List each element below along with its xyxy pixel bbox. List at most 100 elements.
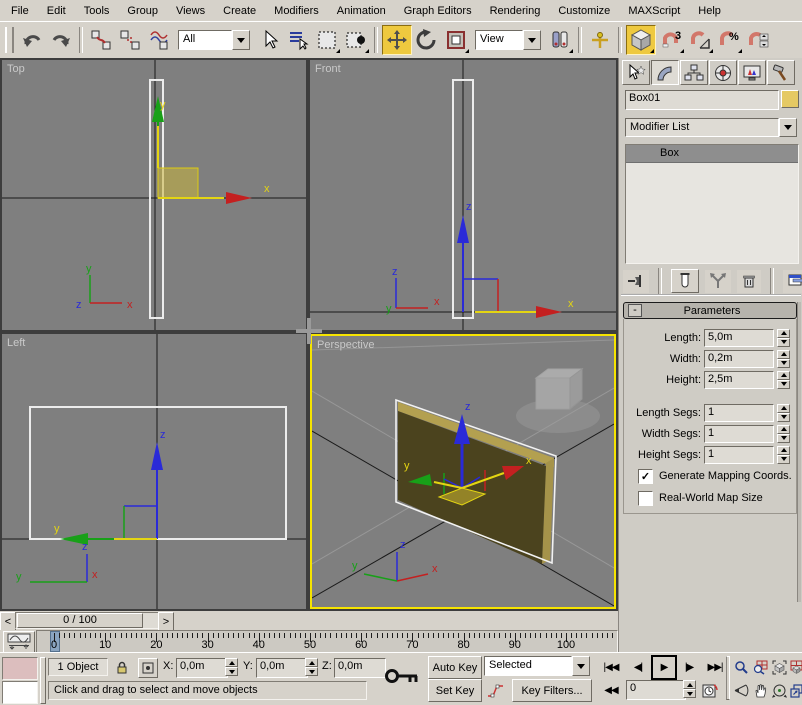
select-and-scale-button[interactable]	[442, 26, 470, 54]
viewport-left[interactable]: Left y z z y x	[2, 334, 306, 609]
time-slider-back-button[interactable]: <	[0, 612, 16, 631]
tab-motion[interactable]	[709, 60, 737, 85]
menu-item-group[interactable]: Group	[118, 2, 167, 20]
menu-item-file[interactable]: File	[2, 2, 38, 20]
length-field[interactable]: 5,0m	[704, 329, 774, 347]
auto-key-button[interactable]: Auto Key	[428, 656, 482, 679]
next-frame-button[interactable]: |▶	[677, 656, 701, 678]
viewport-perspective[interactable]: Perspective	[310, 334, 616, 609]
tab-hierarchy[interactable]	[680, 60, 708, 85]
previous-frame-button[interactable]: ◀|	[626, 656, 650, 678]
unlink-selection-button[interactable]	[116, 26, 144, 54]
field-of-view-button[interactable]	[732, 679, 751, 702]
height-segs-field[interactable]: 1	[704, 446, 774, 464]
time-slider-forward-button[interactable]: >	[158, 612, 174, 631]
width-segs-field[interactable]: 1	[704, 425, 774, 443]
menu-item-graph-editors[interactable]: Graph Editors	[395, 2, 481, 20]
rollout-collapse-button[interactable]: -	[628, 304, 642, 317]
current-frame-field[interactable]: 0	[626, 680, 686, 700]
y-coord-spinner[interactable]	[305, 658, 318, 676]
current-frame-spinner[interactable]	[683, 680, 696, 698]
time-slider-track[interactable]: 0 / 100	[15, 612, 159, 629]
menu-item-rendering[interactable]: Rendering	[481, 2, 550, 20]
real-world-map-size-checkbox[interactable]	[638, 491, 653, 506]
generate-mapping-coords-checkbox[interactable]: ✓	[638, 469, 653, 484]
viewport-front[interactable]: Front z x z x y	[310, 60, 616, 330]
parameters-rollout-header[interactable]: - Parameters	[623, 302, 797, 319]
listener-splitter[interactable]	[40, 657, 46, 704]
length-segs-spinner-up[interactable]	[777, 404, 790, 413]
menu-item-maxscript[interactable]: MAXScript	[619, 2, 689, 20]
min-max-toggle-button[interactable]	[789, 679, 802, 702]
menu-item-views[interactable]: Views	[167, 2, 214, 20]
length-segs-spinner[interactable]	[777, 404, 790, 422]
spinner-snap-button[interactable]	[744, 26, 772, 54]
maxscript-mini-listener-white[interactable]	[2, 681, 38, 704]
remove-modifier-button[interactable]	[737, 270, 761, 293]
width-segs-spinner-up[interactable]	[777, 425, 790, 434]
object-color-swatch[interactable]	[781, 90, 799, 108]
toolbar-handle[interactable]	[5, 27, 14, 53]
y-coord-field[interactable]: 0,0m	[256, 658, 308, 678]
pin-stack-button[interactable]	[623, 270, 649, 293]
time-slider-knob[interactable]: 0 / 100	[17, 613, 143, 628]
stack-item-box[interactable]: Box	[626, 145, 798, 163]
viewport-splitter-vertical[interactable]	[307, 318, 311, 344]
height-spinner-up[interactable]	[777, 371, 790, 380]
height-spinner[interactable]	[777, 371, 790, 389]
z-coord-field[interactable]: 0,0m	[334, 658, 386, 678]
tab-create[interactable]	[622, 60, 650, 85]
length-spinner[interactable]	[777, 329, 790, 347]
configure-modifier-sets-button[interactable]	[783, 270, 802, 293]
menu-item-customize[interactable]: Customize	[549, 2, 619, 20]
viewport-top[interactable]: Top y x y x z	[2, 60, 306, 330]
length-segs-field[interactable]: 1	[704, 404, 774, 422]
tab-display[interactable]	[738, 60, 766, 85]
object-name-field[interactable]: Box01	[625, 90, 779, 110]
key-mode-toggle-button[interactable]: ◀◀	[598, 679, 624, 701]
menu-item-modifiers[interactable]: Modifiers	[265, 2, 328, 20]
selection-set-arrow[interactable]	[572, 656, 590, 676]
select-and-link-button[interactable]	[87, 26, 115, 54]
height-spinner-down[interactable]	[777, 380, 790, 389]
percent-snap-button[interactable]: %	[715, 26, 743, 54]
snaps-toggle-button[interactable]	[626, 25, 656, 55]
selection-filter-dropdown[interactable]: All	[178, 30, 250, 50]
bind-to-space-warp-button[interactable]	[145, 26, 173, 54]
reference-coordinate-dropdown[interactable]: View	[475, 30, 541, 50]
play-button[interactable]: ▶	[651, 655, 677, 680]
length-spinner-up[interactable]	[777, 329, 790, 338]
rectangular-selection-region-button[interactable]	[313, 26, 341, 54]
width-spinner-up[interactable]	[777, 350, 790, 359]
tab-utilities[interactable]	[767, 60, 795, 85]
width-segs-spinner-down[interactable]	[777, 434, 790, 443]
reference-coordinate-arrow[interactable]	[523, 30, 541, 50]
redo-button[interactable]	[47, 26, 75, 54]
set-key-button[interactable]: Set Key	[428, 679, 482, 702]
zoom-extents-button[interactable]	[770, 656, 789, 679]
select-and-move-button[interactable]	[382, 25, 412, 55]
select-object-button[interactable]	[255, 26, 283, 54]
length-segs-spinner-down[interactable]	[777, 413, 790, 422]
time-configuration-button[interactable]	[698, 679, 722, 702]
key-filters-button[interactable]: Key Filters...	[512, 679, 592, 702]
maxscript-mini-listener-pink[interactable]	[2, 657, 38, 680]
selection-lock-button[interactable]	[112, 658, 132, 678]
angle-snap-button[interactable]	[686, 26, 714, 54]
modifier-stack[interactable]: Box	[625, 144, 799, 264]
menu-item-help[interactable]: Help	[689, 2, 730, 20]
panel-scrollbar[interactable]	[797, 302, 801, 602]
default-in-out-tangents-button[interactable]	[484, 679, 508, 702]
arc-rotate-button[interactable]	[770, 679, 789, 702]
menu-item-animation[interactable]: Animation	[328, 2, 395, 20]
pan-button[interactable]	[751, 679, 770, 702]
window-crossing-button[interactable]	[342, 26, 370, 54]
x-coord-field[interactable]: 0,0m	[176, 658, 228, 678]
menu-item-create[interactable]: Create	[214, 2, 265, 20]
undo-button[interactable]	[18, 26, 46, 54]
modifier-list-dropdown[interactable]: Modifier List	[625, 118, 797, 137]
set-keys-button[interactable]	[384, 661, 420, 695]
open-mini-curve-editor-button[interactable]	[3, 631, 35, 653]
select-by-name-button[interactable]	[284, 26, 312, 54]
go-to-end-button[interactable]: ▶▶|	[702, 656, 728, 678]
